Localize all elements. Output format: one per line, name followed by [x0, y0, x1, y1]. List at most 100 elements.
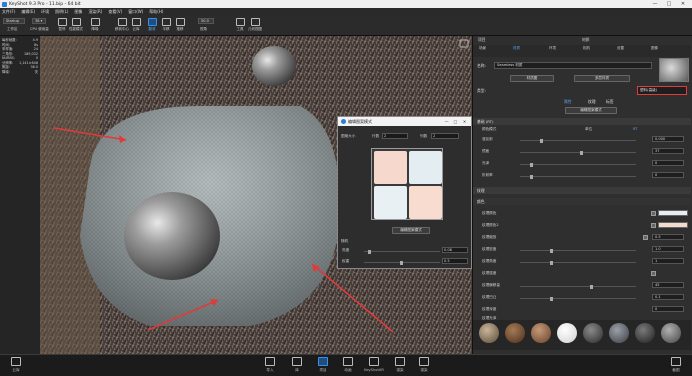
subtab-labels[interactable]: 标签	[606, 99, 614, 105]
brightness-input[interactable]: 0.08	[442, 247, 468, 253]
tab-environment[interactable]: 环境	[549, 46, 556, 51]
performance-mode-button[interactable]: 性能模式	[66, 17, 86, 35]
render-button[interactable]: 渲染	[390, 357, 410, 373]
import-button[interactable]: 导入	[260, 357, 280, 373]
pattern-tile[interactable]	[374, 151, 407, 184]
row-input[interactable]: 2	[382, 133, 408, 139]
tab-camera[interactable]: 相机	[583, 46, 590, 51]
pattern-label: 纹理密度	[482, 247, 497, 251]
pattern-value[interactable]: 0	[652, 306, 684, 312]
pattern-tile[interactable]	[409, 186, 442, 219]
param-slider[interactable]	[520, 260, 636, 265]
cloud-library-bottom-button[interactable]: 云库	[6, 357, 26, 373]
menu-image[interactable]: 图像	[74, 9, 82, 15]
close-button[interactable]: ✕	[676, 0, 690, 8]
pattern-grid[interactable]	[371, 148, 443, 220]
material-thumb[interactable]	[661, 323, 681, 343]
brightness-slider[interactable]	[364, 249, 440, 254]
menu-help[interactable]: 帮助(H)	[149, 9, 163, 15]
param-slider[interactable]	[520, 296, 636, 301]
texture-slot-icon[interactable]	[651, 211, 656, 216]
color-mode-option-1[interactable]: 单位	[585, 127, 592, 132]
param-slider[interactable]	[520, 138, 636, 143]
pattern-value[interactable]: 0.5	[652, 234, 684, 240]
stats-panel: 每秒帧数: 4.9 时间: 8s 采样值: 24 三角形: 189,032 NURBS:…	[0, 36, 40, 354]
param-slider[interactable]	[520, 174, 636, 179]
workspace-select[interactable]: Startup	[3, 18, 25, 24]
menu-edit[interactable]: 编辑(E)	[21, 9, 35, 15]
weight-input[interactable]: 0.5	[442, 258, 468, 264]
tab-settings[interactable]: 设置	[617, 46, 624, 51]
menu-lighting[interactable]: 照明(L)	[55, 9, 68, 15]
animation-button[interactable]: 动画	[338, 357, 358, 373]
dolly-button[interactable]: 推移	[170, 17, 190, 35]
render-output-button[interactable]: 渲染	[414, 357, 434, 373]
material-thumb[interactable]	[583, 323, 603, 343]
dialog-minimize-button[interactable]: —	[442, 117, 451, 126]
section-basic[interactable]: 基础 (RT)	[473, 118, 691, 125]
menu-file[interactable]: 文件(F)	[2, 9, 15, 15]
dialog-maximize-button[interactable]: □	[451, 117, 460, 126]
material-thumb[interactable]	[609, 323, 629, 343]
pattern-tile[interactable]	[409, 151, 442, 184]
param-slider[interactable]	[520, 150, 636, 155]
multi-material-button[interactable]: 多层材质	[574, 75, 630, 82]
color-swatch[interactable]	[658, 210, 688, 216]
param-slider[interactable]	[520, 248, 636, 253]
material-graph-button[interactable]: 材质图	[510, 75, 554, 82]
menu-render[interactable]: 渲染(R)	[88, 9, 102, 15]
denoise-button[interactable]: 降噪	[85, 17, 105, 35]
library-button[interactable]: 库	[287, 357, 307, 373]
dialog-close-button[interactable]: ✕	[460, 117, 469, 126]
param-slider[interactable]	[520, 284, 636, 289]
param-value[interactable]: 0	[652, 160, 684, 166]
menu-window[interactable]: 窗口(W)	[128, 9, 143, 15]
subtab-textures[interactable]: 纹理	[588, 99, 596, 105]
tab-material-icon[interactable]: 材质	[513, 46, 520, 51]
pattern-value[interactable]: 1.0	[652, 246, 684, 252]
material-thumb[interactable]	[479, 323, 499, 343]
section-color[interactable]: 颜色	[473, 198, 691, 205]
material-thumb[interactable]	[505, 323, 525, 343]
screenshot-button[interactable]: 截图	[666, 357, 686, 373]
material-type-select[interactable]: 塑料(高级)	[637, 86, 687, 95]
weight-slider[interactable]	[364, 260, 440, 265]
texture-slot-icon[interactable]	[643, 235, 648, 240]
edit-pattern-button[interactable]: 编辑图案模式	[565, 107, 617, 114]
pattern-value[interactable]: 45	[652, 282, 684, 288]
column-input[interactable]: 2	[431, 133, 459, 139]
tab-image[interactable]: 图像	[651, 46, 658, 51]
texture-slot-icon[interactable]	[651, 223, 656, 228]
edit-pattern-mode-button[interactable]: 编辑图案模式	[392, 227, 430, 234]
param-value[interactable]: 37	[652, 148, 684, 154]
cpu-select[interactable]: 38 ▾	[32, 18, 46, 24]
subtab-properties[interactable]: 属性	[564, 99, 572, 105]
section-pattern[interactable]: 纹理	[473, 187, 691, 194]
material-thumb[interactable]	[557, 323, 577, 343]
param-slider[interactable]	[520, 162, 636, 167]
fov-input[interactable]: 50.0	[198, 18, 214, 24]
maximize-button[interactable]: □	[662, 0, 676, 8]
minimize-button[interactable]: —	[648, 0, 662, 8]
menu-environment[interactable]: 环境	[41, 9, 49, 15]
pattern-value[interactable]: 0.1	[652, 294, 684, 300]
material-name-input[interactable]: Seamless 材质	[494, 62, 652, 69]
project-button[interactable]: 项目	[313, 357, 333, 373]
keyshotxr-button[interactable]: KeyShotXR	[362, 357, 386, 372]
color-swatch[interactable]	[658, 222, 688, 228]
material-preview-thumb[interactable]	[659, 58, 689, 82]
geometry-view-button[interactable]: 几何视图	[245, 17, 265, 35]
pattern-value[interactable]: 1	[652, 258, 684, 264]
tab-project[interactable]: 项目	[478, 37, 486, 43]
menu-view[interactable]: 查看(V)	[108, 9, 122, 15]
material-thumb[interactable]	[635, 323, 655, 343]
param-value[interactable]: 0	[652, 172, 684, 178]
material-thumb[interactable]	[531, 323, 551, 343]
tab-scene[interactable]: 场景	[479, 46, 486, 51]
workspace-label: 工作区	[7, 27, 18, 31]
color-mode-option-2[interactable]: RT	[633, 127, 637, 131]
pattern-tile[interactable]	[374, 186, 407, 219]
texture-slot-icon[interactable]	[651, 271, 656, 276]
param-value[interactable]: 0.000	[652, 136, 684, 142]
tab-material[interactable]: 材质	[582, 37, 590, 43]
